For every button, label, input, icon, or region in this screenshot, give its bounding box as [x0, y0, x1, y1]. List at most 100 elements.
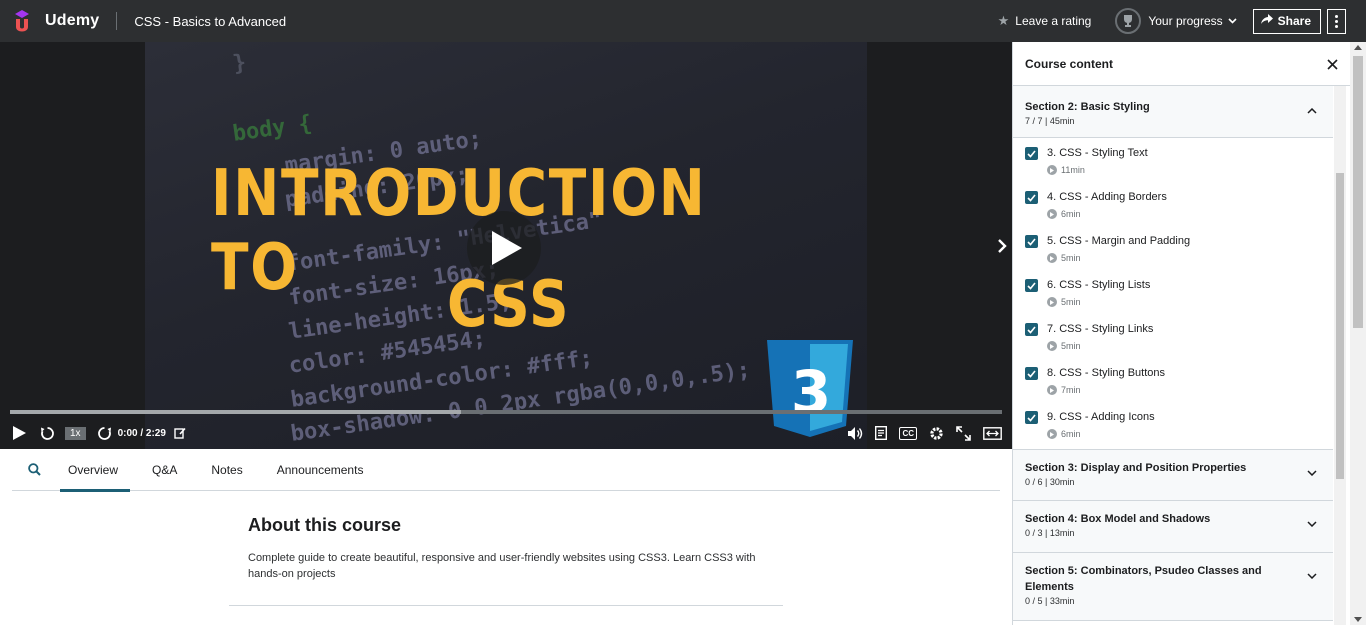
lecture-complete-checkbox[interactable] — [1025, 367, 1038, 380]
transcript-icon — [875, 426, 888, 440]
add-note-button[interactable] — [174, 427, 186, 439]
sidebar-scrollbar-thumb[interactable] — [1336, 173, 1344, 479]
course-title-link[interactable]: CSS - Basics to Advanced — [134, 14, 286, 29]
volume-icon — [848, 426, 863, 440]
page-scrollbar[interactable] — [1350, 42, 1366, 625]
udemy-logo[interactable]: Udemy — [12, 8, 99, 34]
leave-rating-button[interactable]: ★ Leave a rating — [998, 13, 1092, 29]
play-circle-icon — [1047, 385, 1057, 395]
volume-button[interactable] — [848, 426, 863, 440]
trophy-icon — [1124, 15, 1133, 27]
fullscreen-button[interactable] — [956, 425, 971, 441]
playback-speed-button[interactable]: 1x — [65, 426, 86, 440]
course-content-sidebar: Course content Section 2: Basic Styling … — [1012, 42, 1366, 625]
lecture-title: 3. CSS - Styling Text — [1047, 147, 1148, 159]
divider — [229, 605, 783, 606]
section-title: Section 4: Box Model and Shadows — [1025, 513, 1211, 525]
star-icon: ★ — [997, 13, 1010, 28]
section-title: Section 5: Combinators, Psudeo Classes a… — [1025, 565, 1262, 593]
lecture-item[interactable]: 7. CSS - Styling Links 5min — [1013, 314, 1333, 358]
lecture-item[interactable]: 5. CSS - Margin and Padding 5min — [1013, 226, 1333, 270]
leave-rating-label: Leave a rating — [1015, 14, 1092, 28]
code-line: } — [231, 50, 248, 77]
progress-scrubber[interactable] — [10, 410, 1002, 414]
lecture-item[interactable]: 8. CSS - Styling Buttons 7min — [1013, 358, 1333, 402]
play-icon — [492, 231, 522, 265]
rewind-5-icon — [41, 426, 54, 440]
section-title: Section 3: Display and Position Properti… — [1025, 462, 1247, 474]
about-title: About this course — [248, 515, 402, 535]
check-icon — [1027, 413, 1036, 422]
more-options-button[interactable] — [1327, 8, 1346, 34]
logo-text: Udemy — [45, 12, 100, 29]
play-icon — [13, 426, 26, 440]
lecture-complete-checkbox[interactable] — [1025, 411, 1038, 424]
close-sidebar-button[interactable] — [1324, 56, 1340, 72]
tab-qa[interactable]: Q&A — [140, 449, 189, 491]
tab-announcements[interactable]: Announcements — [265, 449, 376, 491]
lecture-duration: 5min — [1061, 253, 1081, 263]
lecture-duration: 5min — [1061, 341, 1081, 351]
play-overlay-button[interactable] — [467, 211, 541, 285]
progress-ring — [1115, 8, 1142, 34]
check-icon — [1027, 281, 1036, 290]
lecture-title: 7. CSS - Styling Links — [1047, 323, 1154, 335]
section-meta: 0 / 5 | 33min — [1025, 596, 1075, 606]
chevron-down-icon — [1307, 564, 1317, 583]
chevron-down-icon — [1228, 16, 1237, 26]
lecture-duration: 11min — [1061, 165, 1085, 175]
css3-badge-number: 3 — [791, 358, 831, 426]
sidebar-header: Course content — [1013, 42, 1366, 86]
chevron-down-icon — [1307, 461, 1317, 480]
header-divider — [116, 12, 118, 30]
lecture-complete-checkbox[interactable] — [1025, 279, 1038, 292]
video-player[interactable]: } body { margin: 0 auto; padding: 20px; … — [0, 42, 1012, 449]
section-header[interactable]: Section 5: Combinators, Psudeo Classes a… — [1013, 553, 1333, 621]
play-circle-icon — [1047, 253, 1057, 263]
lecture-title: 5. CSS - Margin and Padding — [1047, 235, 1191, 247]
section-header[interactable]: Section 2: Basic Styling 7 / 7 | 45min — [1013, 86, 1333, 138]
lecture-complete-checkbox[interactable] — [1025, 323, 1038, 336]
page-scrollbar-thumb[interactable] — [1353, 56, 1363, 328]
scroll-down-arrow[interactable] — [1354, 617, 1362, 622]
play-circle-icon — [1047, 341, 1057, 351]
next-lecture-button[interactable] — [992, 228, 1012, 264]
sidebar-scrollbar[interactable] — [1334, 86, 1346, 625]
check-icon — [1027, 149, 1036, 158]
lecture-title: 8. CSS - Styling Buttons — [1047, 367, 1165, 379]
lecture-item[interactable]: 9. CSS - Adding Icons 6min — [1013, 402, 1333, 449]
player-controls: 1x 0:00 / 2:29 CC — [0, 420, 1012, 446]
your-progress-dropdown[interactable]: Your progress — [1115, 8, 1237, 34]
search-button[interactable] — [12, 463, 56, 476]
expand-view-button[interactable] — [983, 426, 1002, 440]
tab-notes[interactable]: Notes — [199, 449, 254, 491]
lecture-list: 3. CSS - Styling Text 11min 4. CSS - Add… — [1013, 138, 1333, 449]
rewind-button[interactable] — [40, 426, 55, 441]
lecture-item[interactable]: 6. CSS - Styling Lists 5min — [1013, 270, 1333, 314]
sidebar-scroll-area: Section 2: Basic Styling 7 / 7 | 45min 3… — [1013, 86, 1333, 625]
share-button[interactable]: Share — [1252, 8, 1321, 34]
lecture-complete-checkbox[interactable] — [1025, 235, 1038, 248]
lecture-item[interactable]: 3. CSS - Styling Text 11min — [1013, 138, 1333, 182]
search-icon — [27, 463, 41, 476]
tab-overview[interactable]: Overview — [56, 449, 131, 492]
play-button[interactable] — [13, 426, 26, 440]
lecture-complete-checkbox[interactable] — [1025, 191, 1038, 204]
captions-button[interactable]: CC — [899, 426, 917, 440]
play-circle-icon — [1047, 165, 1057, 175]
lecture-item[interactable]: 4. CSS - Adding Borders 6min — [1013, 182, 1333, 226]
fullscreen-icon — [956, 425, 971, 441]
section-header[interactable]: Section 4: Box Model and Shadows 0 / 3 |… — [1013, 501, 1333, 553]
buffered-bar — [10, 410, 462, 414]
lecture-complete-checkbox[interactable] — [1025, 147, 1038, 160]
check-icon — [1027, 237, 1036, 246]
scroll-up-arrow[interactable] — [1354, 45, 1362, 50]
section-meta: 0 / 3 | 13min — [1025, 528, 1075, 538]
settings-button[interactable] — [929, 426, 944, 441]
forward-button[interactable] — [97, 426, 112, 441]
section-meta: 0 / 6 | 30min — [1025, 477, 1075, 487]
section-meta: 7 / 7 | 45min — [1025, 116, 1075, 126]
transcript-button[interactable] — [875, 426, 888, 440]
captions-icon: CC — [899, 426, 917, 440]
section-header[interactable]: Section 3: Display and Position Properti… — [1013, 449, 1333, 501]
